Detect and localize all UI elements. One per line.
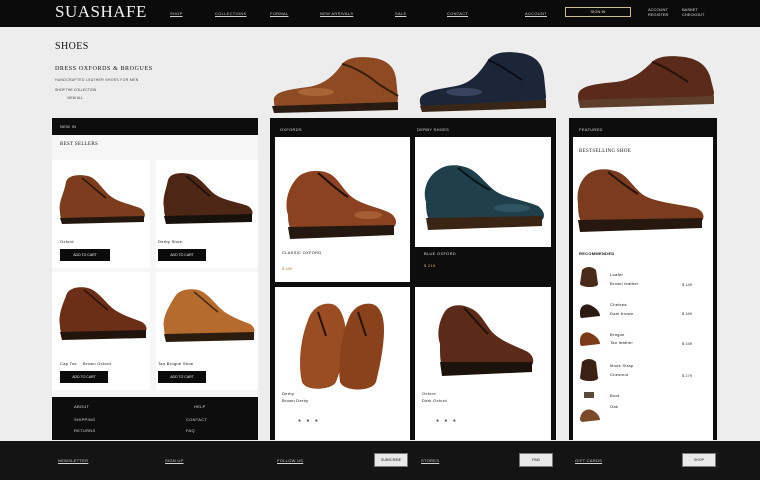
footer-link-shipping[interactable]: SHIPPING [74,417,96,422]
left-panel-header: NEW IN [60,124,77,129]
list-item-price: $ 169 [682,311,693,316]
product-image-classic-oxford [286,170,396,239]
monk-strap-thumbnail [580,359,598,381]
color-swatches[interactable]: ● ● ● [436,418,458,424]
list-item-name: Boot [610,393,620,398]
add-to-cart-button[interactable]: ADD TO CART [158,249,206,261]
product-price: $ 189 [282,266,293,271]
tab-oxfords[interactable]: OXFORDS [280,127,302,132]
footer-link-returns[interactable]: RETURNS [74,428,95,433]
footer-link-help[interactable]: HELP [194,404,206,409]
nav-link-shop[interactable]: SHOP [170,11,183,16]
nav-link-new-arrivals[interactable]: NEW ARRIVALS [320,11,353,16]
add-to-cart-button[interactable]: ADD TO CART [60,371,108,383]
recommended-heading: RECOMMENDED [579,251,615,256]
product-image-brown-derby-pair [300,303,384,390]
product-image-cap-toe [59,287,147,340]
list-item-name: Loafer [610,272,624,277]
list-item-price: $ 149 [682,282,693,287]
product-name: Tan Brogue Shoe [158,361,194,366]
subscribe-button[interactable]: SUBSCRIBE [374,453,408,467]
hero-shoe-brown-image [272,57,399,113]
top-navigation-bar: SUASHAFE SHOP COLLECTIONS FORMAL NEW ARR… [0,0,760,27]
list-item-subtitle: Chestnut [610,372,629,377]
sign-in-button[interactable]: SIGN IN [565,7,631,17]
list-item-name: Brogue [610,332,625,337]
product-name: Derby Shoe [158,239,183,244]
hero-subtitle: DRESS OXFORDS & BROGUES [55,66,153,72]
brand-logo[interactable]: SUASHAFE [55,2,147,22]
list-item-name: Chelsea [610,302,627,307]
site-footer: NEWSLETTER SIGN UP FOLLOW US SUBSCRIBE S… [0,441,760,480]
brogue-thumbnail [580,332,600,346]
footer-link-faq[interactable]: FAQ [186,428,195,433]
footer-link-newsletter[interactable]: NEWSLETTER [58,458,88,463]
account-links[interactable]: ACCOUNT REGISTER [648,7,668,17]
footer-link-follow-us[interactable]: FOLLOW US [277,458,303,463]
hero-shoe-navy-image [419,52,546,112]
left-panel-title: BEST SELLERS [60,142,99,147]
right-panel-header: FEATURED [579,127,603,132]
add-to-cart-button[interactable]: ADD TO CART [158,371,206,383]
list-item-subtitle: Brown leather [610,281,639,286]
loafer-thumbnail [580,267,598,287]
product-image-dark-oxford [438,305,534,376]
footer-link-stores[interactable]: STORES [421,458,439,463]
product-image-tan-brogue [163,289,255,342]
find-store-button[interactable]: FIND [519,453,553,467]
product-name: Oxford [422,391,436,396]
nav-link-formal[interactable]: FORMAL [270,11,288,16]
tab-derby-shoes[interactable]: DERBY SHOES [417,127,449,132]
list-item-price: $ 179 [682,373,693,378]
list-item-subtitle: Dark brown [610,311,634,316]
featured-title: BESTSELLING SHOE [579,149,632,154]
nav-link-sale[interactable]: SALE [395,11,406,16]
product-name: Derby [282,391,295,396]
checkout-link[interactable]: CHECKOUT [682,12,704,17]
hero-tagline: HANDCRAFTED LEATHER SHOES FOR MEN [55,78,139,82]
cart-links[interactable]: BASKET CHECKOUT [682,7,704,17]
nav-link-collections[interactable]: COLLECTIONS [215,11,247,16]
shop-button[interactable]: SHOP [682,453,716,467]
featured-shoe-image [577,169,704,232]
register-link[interactable]: REGISTER [648,12,668,17]
footer-link-gift-cards[interactable]: GIFT CARDS [575,458,602,463]
hero-shoe-dark-brown-image [578,56,714,108]
product-name: Oxford [60,239,74,244]
product-image-blue-oxford [424,165,544,230]
product-image-brown-oxford [59,175,145,224]
product-name: Cap Toe [60,361,77,366]
footer-link-contact[interactable]: CONTACT [186,417,207,422]
list-item-price: $ 159 [682,341,693,346]
product-price: $ 219 [424,263,436,268]
footer-link-sign-up[interactable]: SIGN UP [165,458,184,463]
list-item-subtitle: Tan leather [610,340,634,345]
nav-link-contact[interactable]: CONTACT [447,11,468,16]
add-to-cart-button[interactable]: ADD TO CART [60,249,110,261]
boot-thumbnail [580,392,600,422]
page-title: SHOES [55,41,89,52]
list-item-subtitle: Oak [610,404,619,409]
product-subtitle: Brown Oxford [83,361,112,366]
product-name: CLASSIC OXFORD [282,250,322,255]
color-swatches[interactable]: ● ● ● [298,418,320,424]
product-subtitle: Dark Oxford [422,398,447,403]
hero-shop-link[interactable]: SHOP THE COLLECTION [55,88,96,92]
list-item-name: Monk Strap [610,363,634,368]
chelsea-thumbnail [580,304,600,318]
nav-link-account[interactable]: ACCOUNT [525,11,547,16]
product-subtitle: Brown Derby [282,398,309,403]
product-name: BLUE OXFORD [424,251,456,256]
hero-view-all-link[interactable]: VIEW ALL [67,96,83,100]
product-image-derby-shoe [163,173,253,224]
footer-link-about[interactable]: ABOUT [74,404,89,409]
